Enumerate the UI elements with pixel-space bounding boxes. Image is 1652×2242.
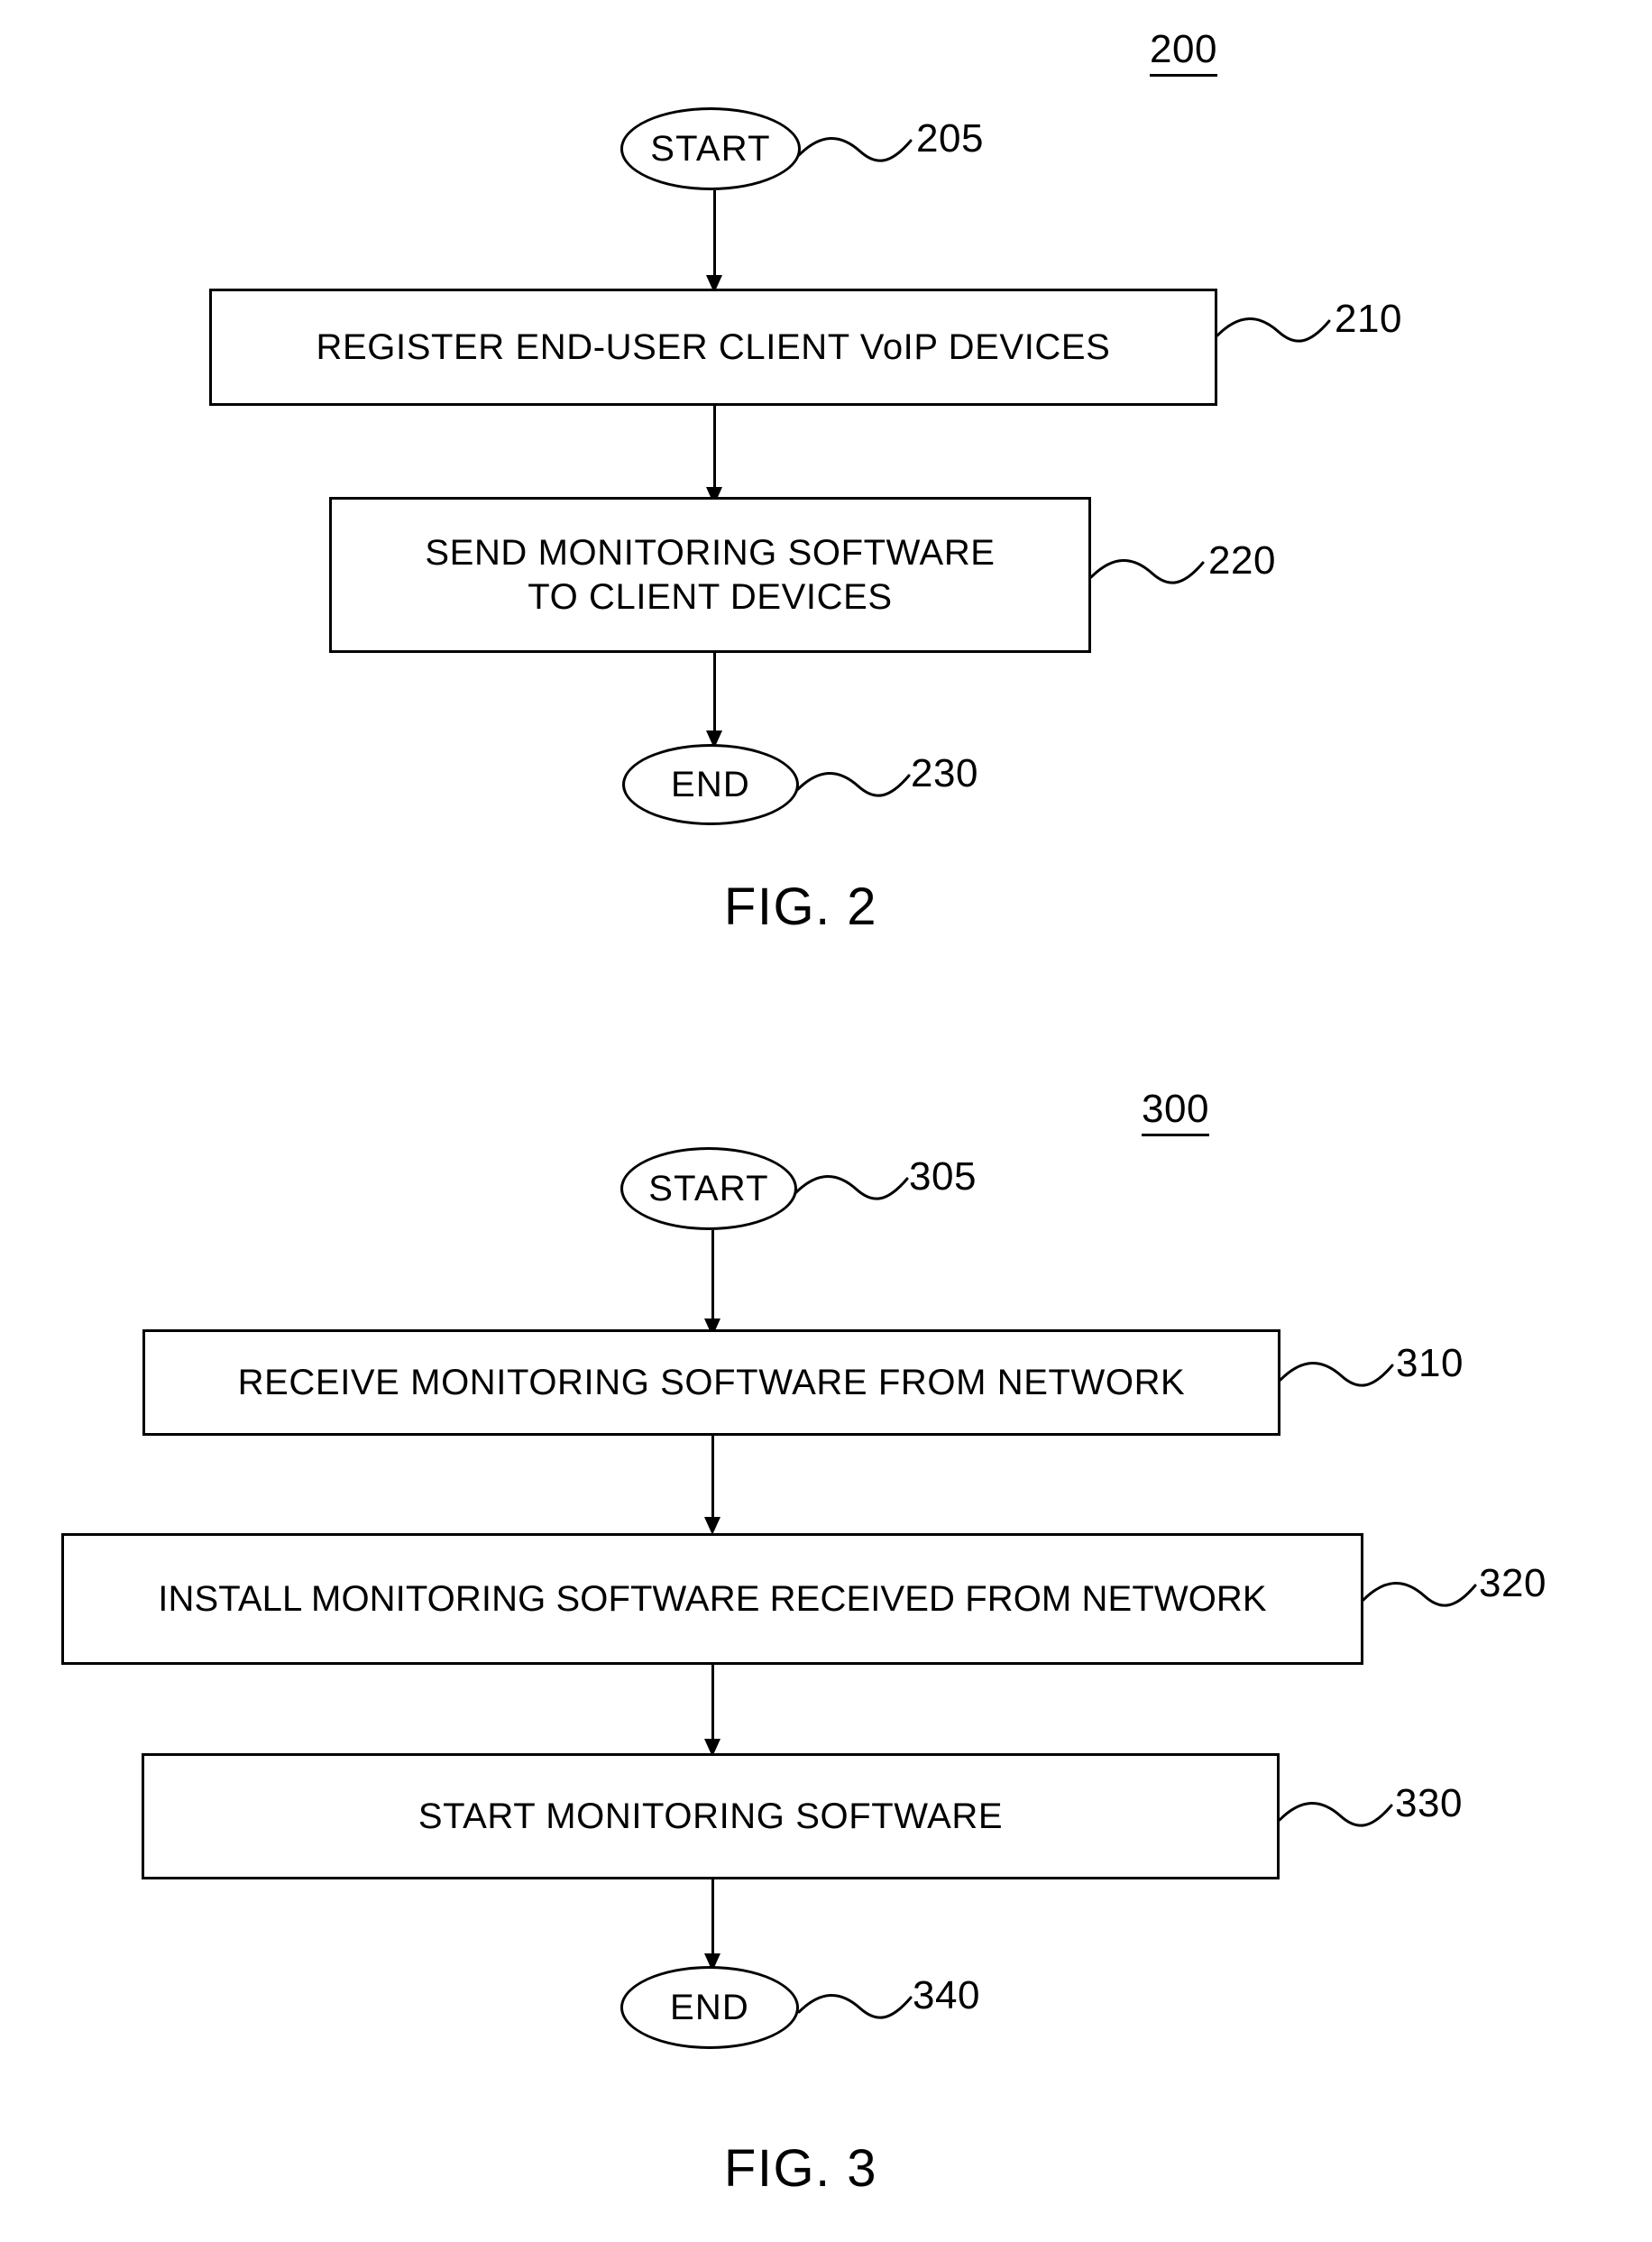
figure-3: 300 START 305 RECEIVE MONITORING SOFTWAR… <box>0 0 1652 2242</box>
figure-3-end-lead-line <box>797 1989 923 2028</box>
figure-3-process-310-lead-line <box>1279 1356 1405 1396</box>
figure-3-end-node: END <box>620 1966 799 2049</box>
figure-3-connector-310-to-320 <box>711 1436 714 1522</box>
figure-3-process-320-label: INSTALL MONITORING SOFTWARE RECEIVED FRO… <box>158 1578 1267 1619</box>
figure-3-process-330-label: START MONITORING SOFTWARE <box>418 1796 1004 1836</box>
figure-3-start-lead-line <box>794 1170 920 1209</box>
figure-3-process-320-lead-line <box>1362 1576 1488 1616</box>
figure-3-process-320-callout: 320 <box>1479 1561 1546 1605</box>
figure-3-process-330-lead-line <box>1278 1796 1404 1836</box>
figure-3-process-310-callout: 310 <box>1396 1341 1464 1385</box>
figure-3-connector-330-to-end <box>711 1879 714 1959</box>
figure-3-process-310-label: RECEIVE MONITORING SOFTWARE FROM NETWORK <box>237 1362 1186 1402</box>
figure-3-start-node: START <box>620 1147 797 1230</box>
figure-3-caption: FIG. 3 <box>723 2139 878 2198</box>
figure-3-reference-numeral: 300 <box>1142 1089 1209 1136</box>
figure-3-end-callout: 340 <box>913 1973 980 2017</box>
figure-3-connector-start-to-310 <box>711 1230 714 1324</box>
figure-3-arrowhead-310-to-320 <box>704 1517 720 1535</box>
figure-3-process-320: INSTALL MONITORING SOFTWARE RECEIVED FRO… <box>61 1533 1363 1665</box>
figure-3-end-label: END <box>669 1988 750 2027</box>
figure-3-connector-320-to-330 <box>711 1665 714 1744</box>
figure-3-process-330: START MONITORING SOFTWARE <box>142 1753 1280 1879</box>
drawing-sheet: 200 START 205 REGISTER END-USER CLIENT V… <box>0 0 1652 2242</box>
figure-3-process-310: RECEIVE MONITORING SOFTWARE FROM NETWORK <box>142 1329 1280 1436</box>
figure-3-start-label: START <box>648 1169 769 1208</box>
figure-3-process-330-callout: 330 <box>1395 1781 1463 1825</box>
figure-3-start-callout: 305 <box>909 1154 977 1199</box>
